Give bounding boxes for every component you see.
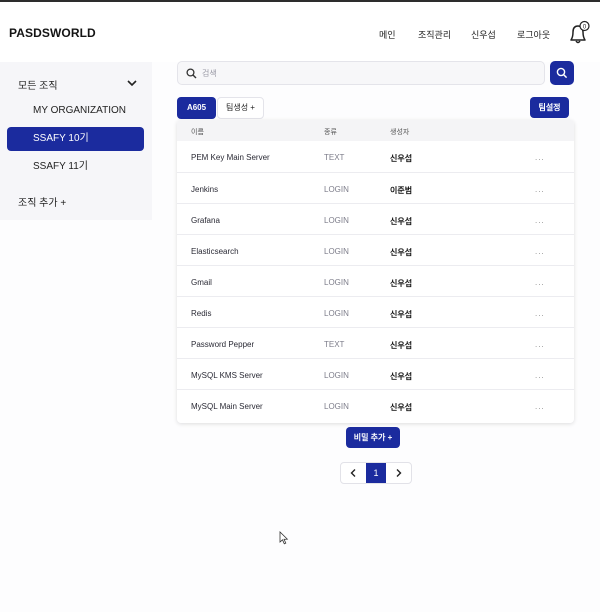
sidebar-item-ssafy-10[interactable]: SSAFY 10기	[7, 127, 144, 151]
search-input[interactable]	[202, 64, 532, 82]
secret-type: LOGIN	[324, 247, 349, 256]
row-menu-button[interactable]: ...	[535, 340, 545, 349]
secret-creator: 신우섭	[390, 310, 413, 319]
app-logo[interactable]: PASDSWORLD	[9, 26, 96, 40]
chevron-down-icon[interactable]	[126, 77, 138, 89]
prev-page-button[interactable]	[341, 463, 366, 483]
secret-name: Redis	[191, 309, 212, 318]
secret-name: Gmail	[191, 278, 212, 287]
table-row[interactable]: Gmail LOGIN 신우섭...	[177, 265, 574, 296]
table-row[interactable]: Elasticsearch LOGIN 신우섭...	[177, 234, 574, 265]
secret-type: TEXT	[324, 340, 345, 349]
secret-name: Elasticsearch	[191, 247, 239, 256]
secret-type: LOGIN	[324, 309, 349, 318]
secret-type: LOGIN	[324, 185, 349, 194]
app-header: PASDSWORLD 메인 조직관리 신우섭 로그아웃 0	[0, 2, 600, 62]
nav-logout[interactable]: 로그아웃	[517, 28, 550, 41]
secret-creator: 신우섭	[390, 372, 413, 381]
nav-user[interactable]: 신우섭	[471, 28, 496, 41]
table-row[interactable]: Redis LOGIN 신우섭...	[177, 296, 574, 327]
secret-name: MySQL KMS Server	[191, 371, 263, 380]
table-header: 이름 종류 생성자	[177, 120, 574, 141]
table-row[interactable]: Jenkins LOGIN 이준범...	[177, 172, 574, 203]
row-menu-button[interactable]: ...	[535, 309, 545, 318]
secret-name: MySQL Main Server	[191, 402, 263, 411]
table-row[interactable]: Password Pepper TEXT 신우섭...	[177, 327, 574, 358]
nav-main[interactable]: 메인	[379, 28, 396, 41]
page-current[interactable]: 1	[366, 463, 386, 483]
create-team-button[interactable]: 팀생성 +	[217, 97, 264, 119]
secret-creator: 신우섭	[390, 279, 413, 288]
secret-creator: 신우섭	[390, 154, 413, 163]
table-row[interactable]: Grafana LOGIN 신우섭...	[177, 203, 574, 234]
table-row[interactable]: MySQL Main Server LOGIN 신우섭...	[177, 389, 574, 420]
row-menu-button[interactable]: ...	[535, 216, 545, 225]
sidebar-heading[interactable]: 모든 조직	[18, 77, 58, 92]
chevron-left-icon	[350, 469, 356, 477]
mouse-cursor-icon	[279, 531, 289, 545]
secret-creator: 신우섭	[390, 248, 413, 257]
sidebar-item-ssafy-11[interactable]: SSAFY 11기	[7, 155, 144, 179]
secret-type: LOGIN	[324, 216, 349, 225]
nav-org-management[interactable]: 조직관리	[418, 28, 451, 41]
add-organization-button[interactable]: 조직 추가 +	[18, 194, 66, 209]
sidebar: 모든 조직 MY ORGANIZATION SSAFY 10기 SSAFY 11…	[0, 62, 152, 220]
row-menu-button[interactable]: ...	[535, 278, 545, 287]
chevron-right-icon	[396, 469, 402, 477]
search-bar	[177, 61, 545, 85]
secrets-table: 이름 종류 생성자 PEM Key Main Server TEXT 신우섭... J…	[177, 120, 574, 423]
table-row[interactable]: PEM Key Main Server TEXT 신우섭...	[177, 141, 574, 172]
secret-name: Grafana	[191, 216, 220, 225]
secret-creator: 신우섭	[390, 217, 413, 226]
row-menu-button[interactable]: ...	[535, 247, 545, 256]
row-menu-button[interactable]: ...	[535, 153, 545, 162]
pagination: 1	[340, 462, 412, 484]
table-row[interactable]: MySQL KMS Server LOGIN 신우섭...	[177, 358, 574, 389]
secret-name: PEM Key Main Server	[191, 153, 270, 162]
search-icon	[186, 68, 197, 79]
team-settings-button[interactable]: 팀설정	[530, 97, 569, 118]
secret-type: LOGIN	[324, 402, 349, 411]
search-button[interactable]	[550, 61, 574, 85]
secret-creator: 신우섭	[390, 403, 413, 412]
header-name: 이름	[191, 129, 204, 136]
secret-type: TEXT	[324, 153, 345, 162]
row-menu-button[interactable]: ...	[535, 185, 545, 194]
row-menu-button[interactable]: ...	[535, 371, 545, 380]
tab-team-a605[interactable]: A605	[177, 97, 216, 119]
header-type: 종류	[324, 129, 337, 136]
bell-icon[interactable]: 0	[566, 20, 592, 46]
row-menu-button[interactable]: ...	[535, 402, 545, 411]
secret-type: LOGIN	[324, 278, 349, 287]
secret-creator: 이준범	[390, 186, 413, 195]
search-icon	[556, 67, 568, 79]
next-page-button[interactable]	[386, 463, 411, 483]
secret-name: Password Pepper	[191, 340, 255, 349]
header-creator: 생성자	[390, 129, 410, 136]
add-secret-button[interactable]: 비밀 추가 +	[346, 427, 400, 448]
secret-creator: 신우섭	[390, 341, 413, 350]
sidebar-item-my-organization[interactable]: MY ORGANIZATION	[7, 99, 144, 123]
secret-type: LOGIN	[324, 371, 349, 380]
secret-name: Jenkins	[191, 185, 219, 194]
